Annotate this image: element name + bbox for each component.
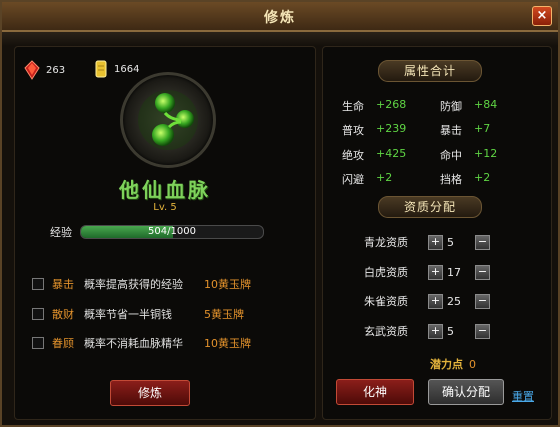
option-name: 散财 [52, 308, 74, 321]
stat-key: 绝攻 [342, 149, 364, 162]
stat-atk: 普攻 +239 [342, 122, 406, 138]
aptitude-header: 资质分配 [378, 196, 482, 218]
stat-value: +7 [474, 122, 491, 135]
aptitude-key: 白虎资质 [364, 266, 408, 279]
stat-block: 挡格 +2 [440, 171, 490, 187]
aptitude-row-black-tortoise: 玄武资质 + 5 − [364, 323, 494, 339]
potential-label: 潜力点 [430, 358, 463, 371]
stat-value: +268 [376, 98, 407, 111]
stat-ult: 绝攻 +425 [342, 147, 406, 163]
plus-button[interactable]: + [428, 234, 443, 250]
option-desc: 概率节省一半铜钱 [84, 308, 172, 321]
stat-hit: 命中 +12 [440, 147, 497, 163]
aptitude-value: 5 [447, 324, 454, 338]
option-desc: 概率提高获得的经验 [84, 278, 183, 291]
gem-count: 263 [46, 64, 66, 76]
stat-value: +425 [376, 147, 407, 160]
option-name: 眷顾 [52, 337, 74, 350]
aptitude-row-azure-dragon: 青龙资质 + 5 − [364, 234, 494, 250]
crit-checkbox[interactable] [32, 278, 44, 290]
stat-key: 暴击 [440, 124, 462, 137]
option-row-crit: 暴击 概率提高获得的经验 10黄玉牌 [32, 276, 251, 292]
stat-value: +12 [474, 147, 498, 160]
backdrop-strip [2, 32, 558, 46]
exp-progress-text: 504/1000 [148, 226, 196, 237]
exp-label: 经验 [50, 226, 72, 239]
plus-button[interactable]: + [428, 323, 443, 339]
bloodline-essence-icon [138, 90, 198, 150]
stat-crit: 暴击 +7 [440, 122, 490, 138]
plus-button[interactable]: + [428, 264, 443, 280]
potential-points: 潜力点 0 [430, 356, 476, 372]
cultivation-window: 修炼 × 263 1664 他仙血脉 Lv. 5 经验 504/1000 暴击 … [0, 0, 560, 427]
stat-key: 闪避 [342, 173, 364, 186]
train-button[interactable]: 修炼 [110, 380, 190, 406]
title-bar[interactable]: 修炼 × [2, 2, 558, 32]
option-row-favor: 眷顾 概率不消耗血脉精华 10黄玉牌 [32, 335, 251, 351]
stat-key: 生命 [342, 100, 364, 113]
option-name: 暴击 [52, 278, 74, 291]
stat-value: +239 [376, 122, 407, 135]
stat-hp: 生命 +268 [342, 98, 406, 114]
gold-count: 1664 [114, 63, 140, 75]
stat-dodge: 闪避 +2 [342, 171, 392, 187]
option-cost: 10黄玉牌 [204, 278, 251, 291]
stat-def: 防御 +84 [440, 98, 497, 114]
red-gem-icon [24, 60, 40, 80]
stat-key: 防御 [440, 100, 462, 113]
minus-button[interactable]: − [475, 234, 490, 250]
option-row-scatter: 散财 概率节省一半铜钱 5黄玉牌 [32, 306, 244, 322]
stat-key: 命中 [440, 149, 462, 162]
attributes-header: 属性合计 [378, 60, 482, 82]
plus-button[interactable]: + [428, 293, 443, 309]
favor-checkbox[interactable] [32, 337, 44, 349]
stat-key: 普攻 [342, 124, 364, 137]
bloodline-level: Lv. 5 [153, 202, 177, 213]
reset-link[interactable]: 重置 [512, 388, 534, 404]
option-cost: 5黄玉牌 [204, 308, 244, 321]
gem-resource: 263 [24, 60, 65, 80]
close-button[interactable]: × [532, 6, 552, 26]
potential-value: 0 [469, 358, 476, 371]
transform-button[interactable]: 化神 [336, 379, 414, 405]
stat-value: +84 [474, 98, 498, 111]
stat-value: +2 [474, 171, 491, 184]
confirm-allocation-button[interactable]: 确认分配 [428, 379, 504, 405]
bloodline-orb[interactable] [120, 72, 216, 168]
aptitude-value: 25 [447, 294, 461, 308]
minus-button[interactable]: − [475, 293, 490, 309]
gold-bar-icon [95, 60, 107, 78]
aptitude-key: 朱雀资质 [364, 295, 408, 308]
aptitude-value: 17 [447, 265, 461, 279]
option-desc: 概率不消耗血脉精华 [84, 337, 183, 350]
aptitude-key: 玄武资质 [364, 325, 408, 338]
stat-value: +2 [376, 171, 393, 184]
option-cost: 10黄玉牌 [204, 337, 251, 350]
scatter-checkbox[interactable] [32, 308, 44, 320]
stat-key: 挡格 [440, 173, 462, 186]
minus-button[interactable]: − [475, 264, 490, 280]
aptitude-key: 青龙资质 [364, 236, 408, 249]
aptitude-row-vermilion-bird: 朱雀资质 + 25 − [364, 293, 494, 309]
window-title: 修炼 [264, 10, 296, 26]
aptitude-value: 5 [447, 235, 454, 249]
aptitude-row-white-tiger: 白虎资质 + 17 − [364, 264, 494, 280]
minus-button[interactable]: − [475, 323, 490, 339]
exp-progress-bar: 504/1000 [80, 225, 264, 239]
bloodline-name: 他仙血脉 [119, 178, 211, 202]
